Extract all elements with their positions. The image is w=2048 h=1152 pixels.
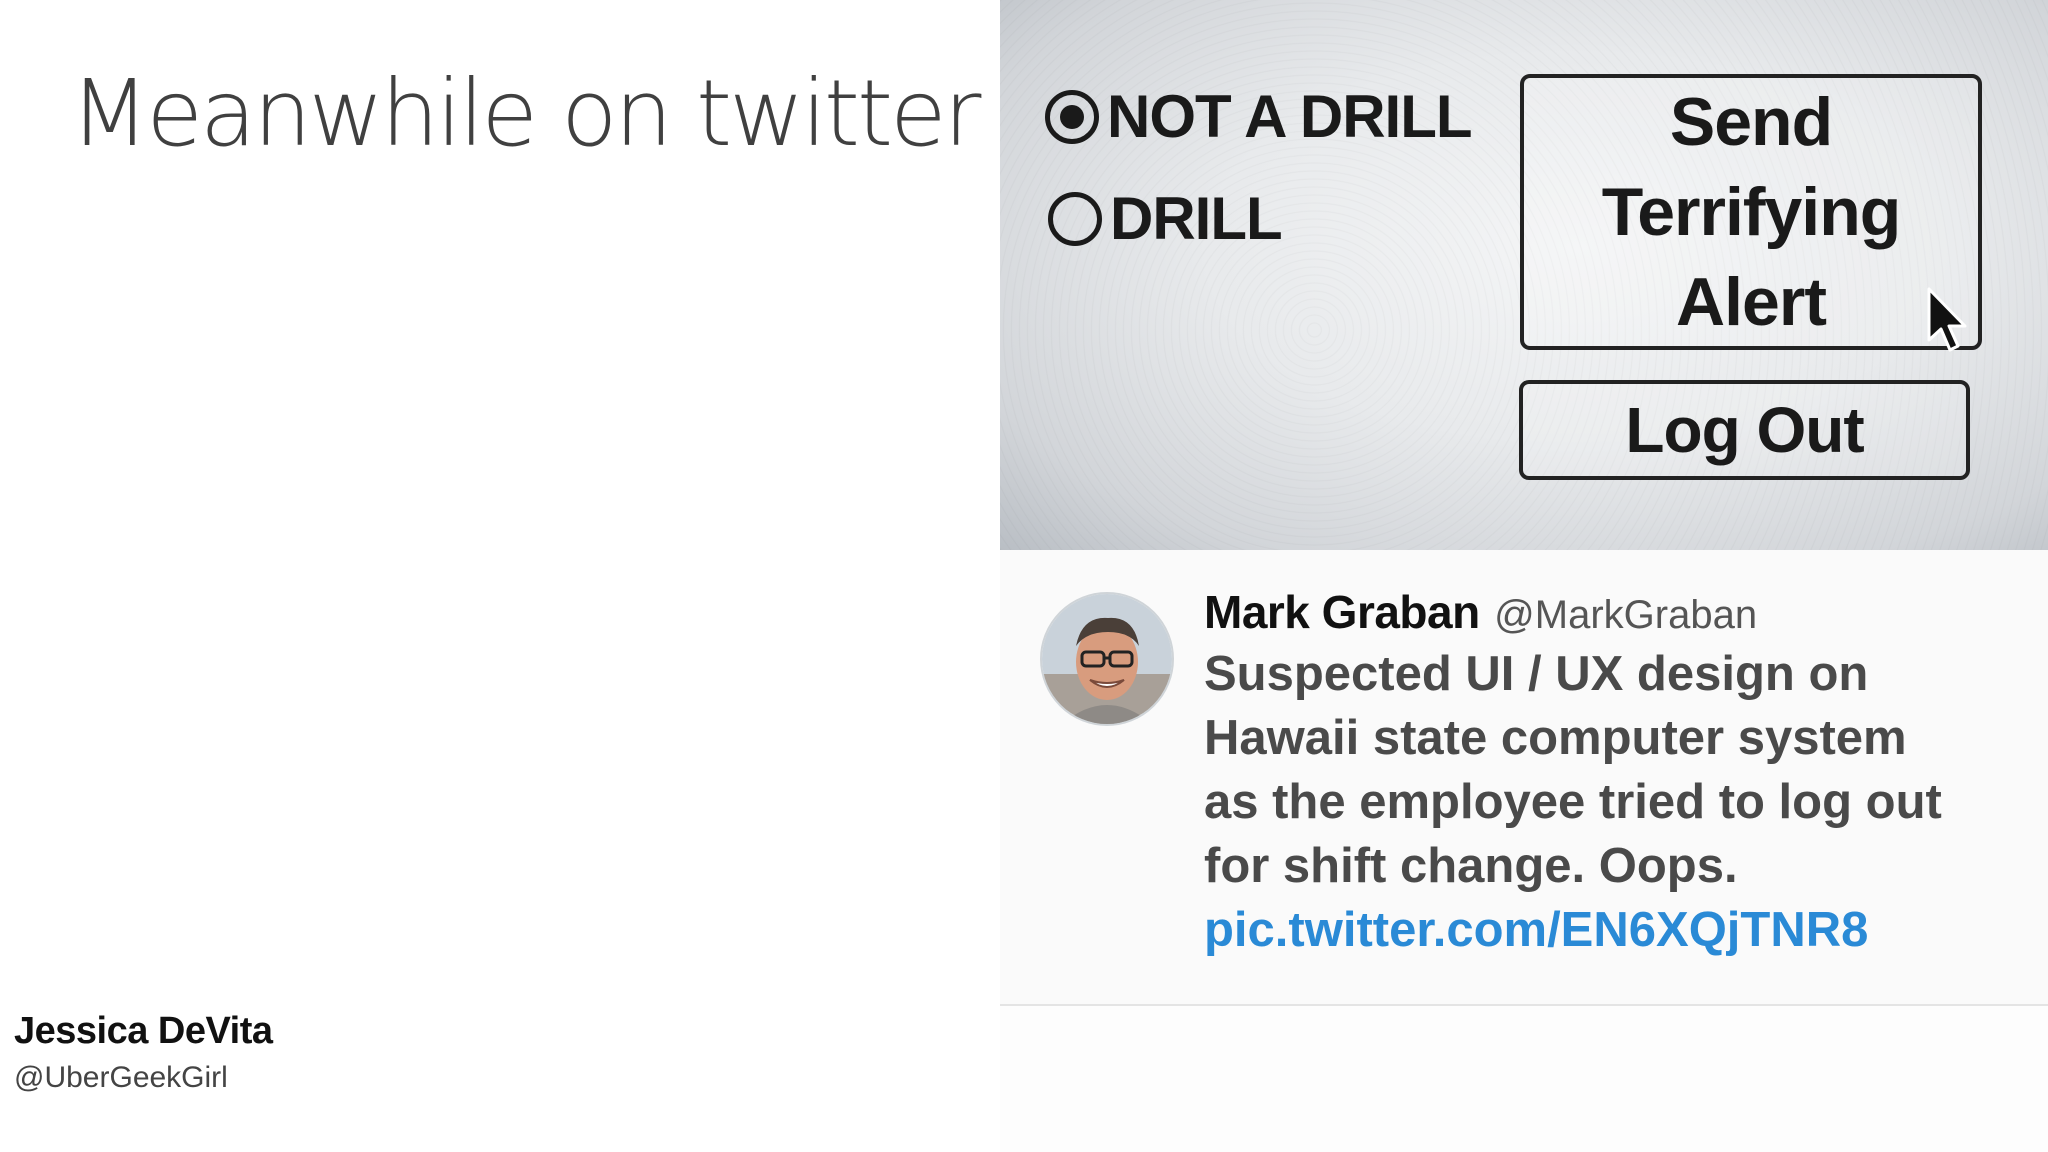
tweet-header: Mark Graban @MarkGraban xyxy=(1204,585,1757,639)
radio-label-not-a-drill: NOT A DRILL xyxy=(1107,83,1472,150)
send-alert-line-2: Terrifying xyxy=(1601,174,1902,250)
tweet-line-3: as the employee tried to log out xyxy=(1204,775,1942,829)
author-handle: @UberGeekGirl xyxy=(14,1061,228,1094)
tweet-line-1: Suspected UI / UX design on xyxy=(1204,647,1869,701)
radio-empty-icon xyxy=(1048,191,1102,246)
radio-selected-icon xyxy=(1045,89,1099,144)
avatar[interactable] xyxy=(1040,592,1174,726)
tweet-body: Suspected UI / UX design on Hawaii state… xyxy=(1204,642,2024,962)
tweet-author-name[interactable]: Mark Graban xyxy=(1204,586,1480,638)
tweet-media-link[interactable]: pic.twitter.com/EN6XQjTNR8 xyxy=(1204,898,2024,962)
alert-ui-photo: NOT A DRILL DRILL Send Terrifying Alert … xyxy=(1000,0,2048,550)
tweet-author-handle[interactable]: @MarkGraban xyxy=(1494,593,1757,637)
radio-drill[interactable]: DRILL xyxy=(1048,184,1283,253)
send-alert-line-1: Send xyxy=(1669,84,1833,160)
send-alert-line-3: Alert xyxy=(1676,264,1827,340)
author-credit: Jessica DeVita @UberGeekGirl xyxy=(14,1010,273,1095)
radio-not-a-drill[interactable]: NOT A DRILL xyxy=(1045,82,1472,151)
send-alert-button[interactable]: Send Terrifying Alert xyxy=(1520,74,1982,350)
slide-title: Meanwhile on twitter xyxy=(70,60,981,167)
tweet-card-bottom xyxy=(1000,1006,2048,1152)
author-name: Jessica DeVita xyxy=(14,1010,273,1052)
tweet-card: Mark Graban @MarkGraban Suspected UI / U… xyxy=(1000,550,2048,1006)
tweet-line-2: Hawaii state computer system xyxy=(1204,711,1907,765)
mouse-cursor-icon xyxy=(1927,287,1967,352)
avatar-portrait xyxy=(1042,594,1172,724)
radio-label-drill: DRILL xyxy=(1110,185,1283,252)
log-out-button[interactable]: Log Out xyxy=(1519,380,1970,480)
tweet-line-4: for shift change. Oops. xyxy=(1204,839,1738,893)
